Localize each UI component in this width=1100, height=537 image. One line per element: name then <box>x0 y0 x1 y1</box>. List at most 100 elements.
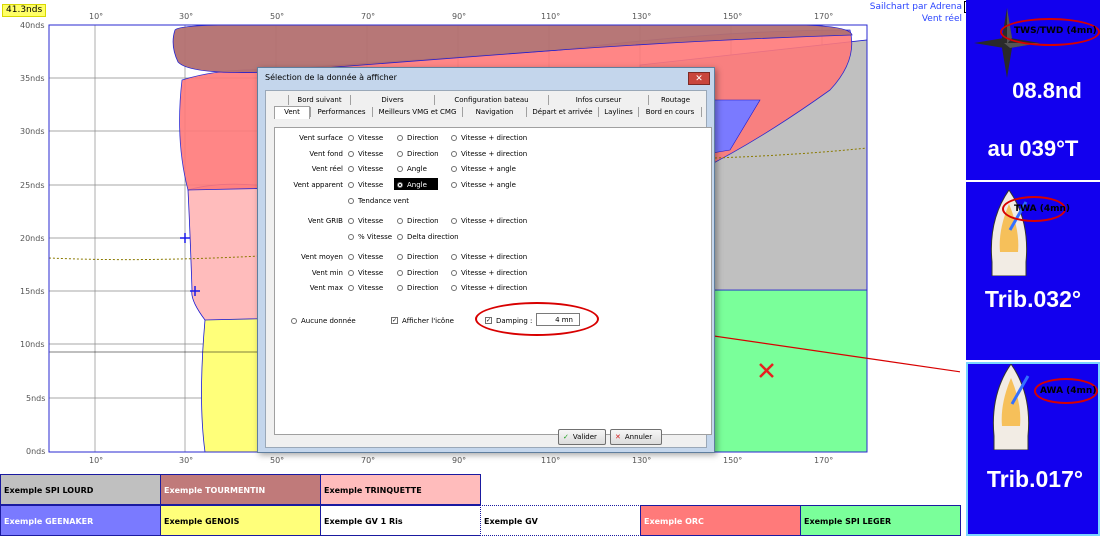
show-icon-checkbox[interactable]: ✓ <box>391 317 398 324</box>
tab-routage[interactable]: Routage <box>648 95 702 105</box>
legend-item[interactable]: Exemple GV <box>480 505 641 536</box>
validate-button[interactable]: ✓ Valider <box>558 429 606 445</box>
radio-button[interactable] <box>348 198 354 204</box>
panel-tws-twd[interactable]: TWS/TWD (4mn) 08.8nd au 039°T <box>966 0 1100 180</box>
row-label: Vent fond <box>309 150 343 158</box>
tab-laylines[interactable]: Laylines <box>598 107 638 117</box>
radio-label: Angle <box>407 181 427 189</box>
radio-label: Vitesse + direction <box>461 269 528 277</box>
radio-button[interactable] <box>348 218 354 224</box>
radio-button[interactable] <box>348 285 354 291</box>
radio-button[interactable] <box>348 234 354 240</box>
radio-button[interactable] <box>348 166 354 172</box>
legend-item[interactable]: Exemple GV 1 Ris <box>320 505 481 536</box>
radio-button[interactable] <box>451 151 457 157</box>
tab-infos-curseur[interactable]: Infos curseur <box>548 95 648 105</box>
panel-awa[interactable]: AWA (4mn) Trib.017° <box>966 362 1100 536</box>
radio-button[interactable] <box>348 151 354 157</box>
radio-button[interactable] <box>397 254 403 260</box>
svg-text:110°: 110° <box>541 12 560 21</box>
radio-no-data[interactable] <box>291 318 297 324</box>
y-label: 0nds <box>26 447 45 456</box>
radio-button[interactable] <box>348 254 354 260</box>
radio-button[interactable] <box>397 234 403 240</box>
radio-label: Direction <box>407 253 439 261</box>
panel-tag: TWS/TWD (4mn) <box>1014 26 1097 36</box>
radio-label: Vitesse <box>358 150 384 158</box>
radio-button[interactable] <box>451 166 457 172</box>
radio-button-selected[interactable] <box>397 182 403 188</box>
radio-label: Vitesse + direction <box>461 284 528 292</box>
max-speed-label: 41.3nds <box>2 4 47 17</box>
panel-tag: TWA (4mn) <box>1014 204 1071 214</box>
y-label: 5nds <box>26 394 45 403</box>
radio-label: Vitesse <box>358 253 384 261</box>
tab-performances[interactable]: Performances <box>310 107 372 117</box>
wind-direction: au 039°T <box>987 136 1079 161</box>
radio-label: Direction <box>407 217 439 225</box>
row-label: Vent apparent <box>293 181 343 189</box>
radio-button[interactable] <box>397 151 403 157</box>
y-axis-labels: 40nds 35nds 30nds 25nds 20nds 15nds 10nd… <box>20 21 45 456</box>
tab-configuration-bateau[interactable]: Configuration bateau <box>434 95 548 105</box>
legend-item[interactable]: Exemple SPI LEGER <box>800 505 961 536</box>
cancel-label: Annuler <box>624 433 653 441</box>
validate-label: Valider <box>572 433 597 441</box>
radio-button[interactable] <box>397 135 403 141</box>
radio-label: Direction <box>407 134 439 142</box>
radio-button[interactable] <box>451 254 457 260</box>
dialog-body: Bord suivant Divers Configuration bateau… <box>265 90 712 448</box>
panel-twa[interactable]: TWA (4mn) Trib.032° <box>966 182 1100 360</box>
tab-depart-arrivee[interactable]: Départ et arrivée <box>526 107 598 117</box>
y-label: 40nds <box>20 21 45 30</box>
row-label: Vent max <box>309 284 343 292</box>
row-label: Vent GRIB <box>307 217 343 225</box>
highlight-ellipse <box>475 302 599 336</box>
radio-button[interactable] <box>451 218 457 224</box>
tab-vent[interactable]: Vent <box>274 106 310 119</box>
radio-button[interactable] <box>451 135 457 141</box>
svg-text:50°: 50° <box>270 12 284 21</box>
twa-value: Trib.032° <box>984 286 1082 312</box>
tab-bord-suivant[interactable]: Bord suivant <box>288 95 350 105</box>
row-label: Vent surface <box>299 134 343 142</box>
legend-item[interactable]: Exemple TOURMENTIN <box>160 474 321 505</box>
legend-item[interactable]: Exemple TRINQUETTE <box>320 474 481 505</box>
radio-label: % Vitesse <box>358 233 393 241</box>
legend-item[interactable]: Exemple GEENAKER <box>0 505 161 536</box>
radio-label: Vitesse <box>358 269 384 277</box>
radio-button[interactable] <box>348 182 354 188</box>
tab-bord-en-cours[interactable]: Bord en cours <box>638 107 702 117</box>
svg-text:110°: 110° <box>541 456 560 465</box>
panel-tag: AWA (4mn) <box>1040 386 1097 396</box>
tab-meilleurs-vmg[interactable]: Meilleurs VMG et CMG <box>372 107 462 117</box>
radio-button[interactable] <box>397 285 403 291</box>
radio-button[interactable] <box>348 270 354 276</box>
radio-button[interactable] <box>451 182 457 188</box>
radio-button[interactable] <box>397 270 403 276</box>
awa-value: Trib.017° <box>986 466 1084 492</box>
legend-item[interactable]: Exemple ORC <box>640 505 801 536</box>
radio-button[interactable] <box>451 285 457 291</box>
radio-button[interactable] <box>348 135 354 141</box>
radio-label: Angle <box>407 165 427 173</box>
svg-text:50°: 50° <box>270 456 284 465</box>
tab-divers[interactable]: Divers <box>350 95 434 105</box>
dialog-close-button[interactable]: ✕ <box>688 72 710 85</box>
radio-label: Vitesse + direction <box>461 217 528 225</box>
radio-button[interactable] <box>397 218 403 224</box>
cancel-button[interactable]: ✕ Annuler <box>610 429 662 445</box>
brand-label: Sailchart par Adrena <box>869 2 962 12</box>
svg-text:70°: 70° <box>361 12 375 21</box>
svg-text:30°: 30° <box>179 12 193 21</box>
tab-navigation[interactable]: Navigation <box>462 107 526 117</box>
y-label: 30nds <box>20 127 45 136</box>
legend-item[interactable]: Exemple GENOIS <box>160 505 321 536</box>
radio-label: Vitesse <box>358 181 384 189</box>
y-label: 20nds <box>20 234 45 243</box>
radio-label: Tendance vent <box>358 197 410 205</box>
legend-item[interactable]: Exemple SPI LOURD <box>0 474 161 505</box>
radio-button[interactable] <box>451 270 457 276</box>
radio-button[interactable] <box>397 166 403 172</box>
svg-text:170°: 170° <box>814 12 833 21</box>
